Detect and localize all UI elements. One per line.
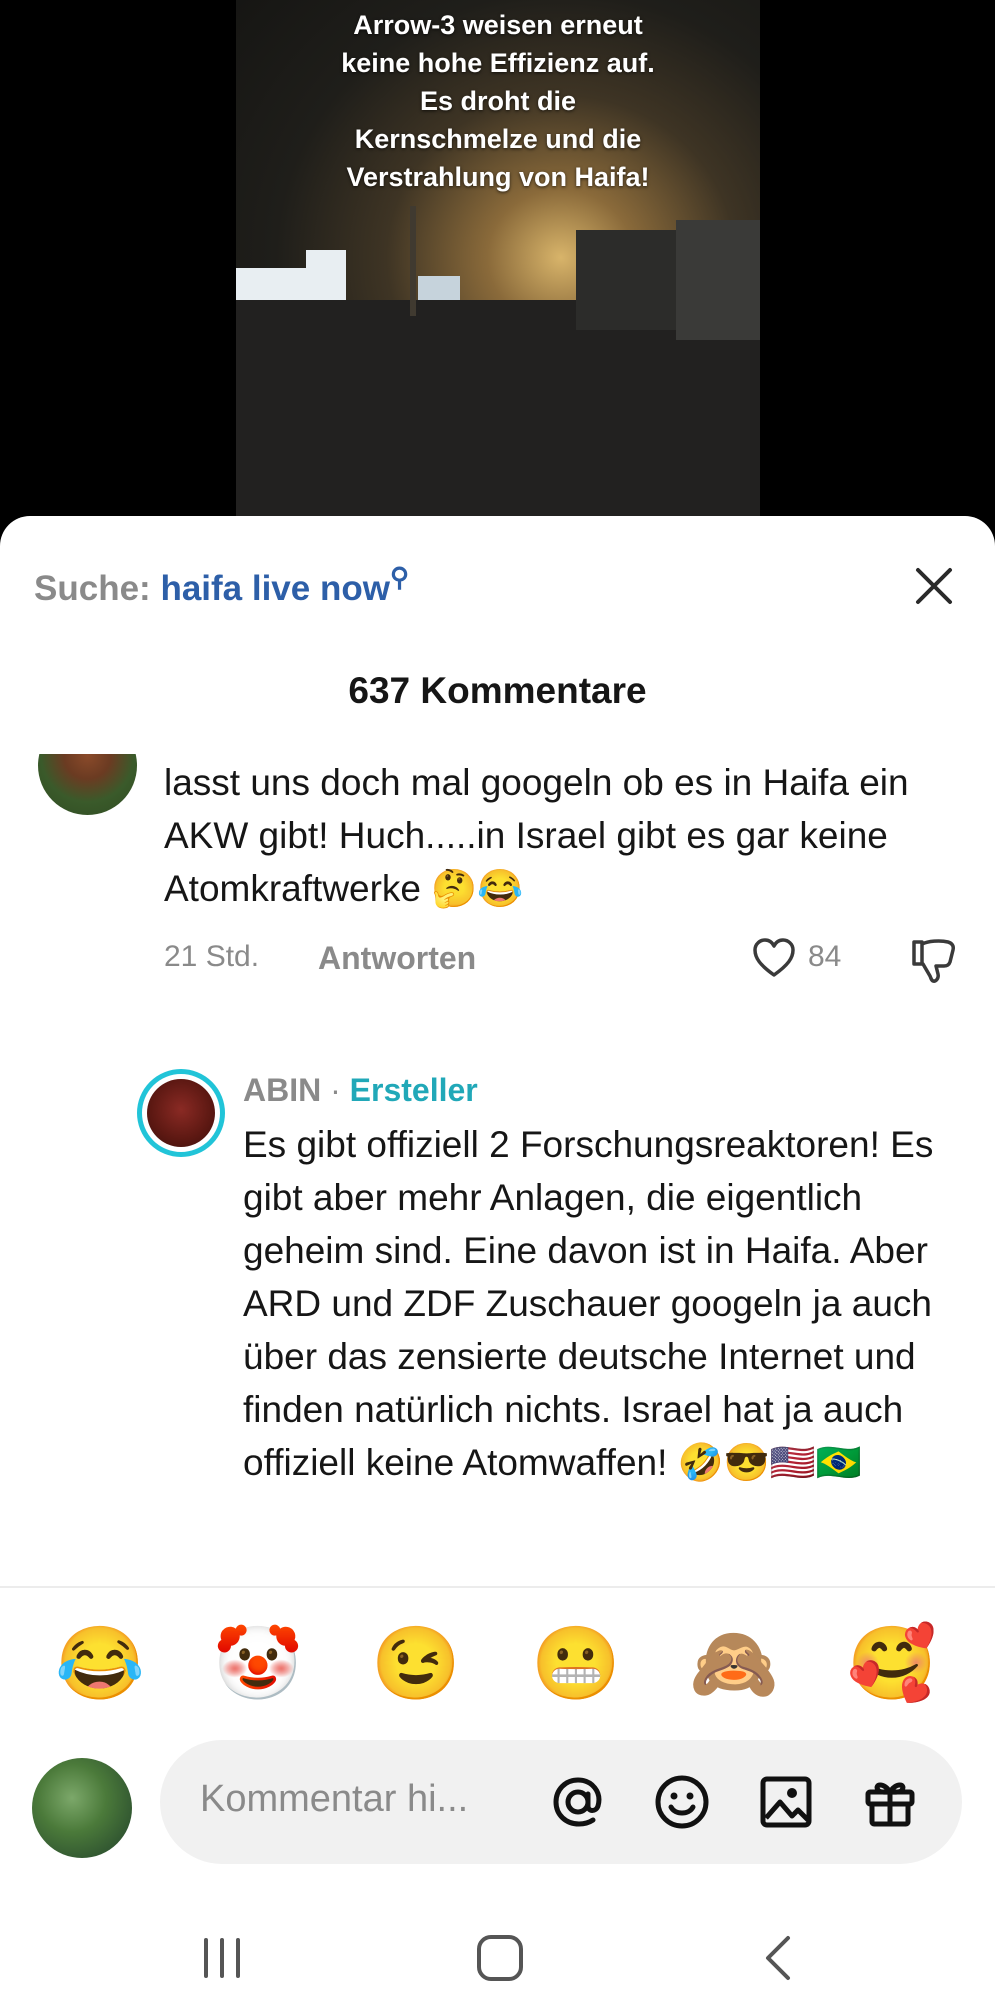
emoji-button[interactable]: 🤡 [208,1614,308,1714]
close-icon[interactable] [906,558,962,614]
building-right [676,220,760,340]
caption-line: Verstrahlung von Haifa! [346,162,650,192]
gift-icon[interactable] [858,1770,922,1834]
creator-avatar[interactable] [137,1069,225,1157]
divider [0,1586,995,1588]
system-nav-bar [0,1910,995,2000]
building-white-top [306,250,346,268]
comment-placeholder: Kommentar hi... [200,1778,469,1820]
video-caption: Arrow-3 weisen erneut keine hohe Effizie… [236,6,760,196]
emoji-button[interactable]: 😉 [366,1614,466,1714]
separator: · [330,1072,341,1108]
creator-badge: Ersteller [349,1072,478,1108]
search-prefix: Suche: [34,569,151,608]
caption-line: Kernschmelze und die [354,124,642,154]
emoji-button[interactable]: 🥰 [842,1614,942,1714]
reply-button[interactable]: Antworten [318,940,476,977]
back-icon[interactable] [750,1928,810,1988]
like-count: 84 [808,940,842,973]
caption-line: keine hohe Effizienz auf. [341,48,655,78]
image-icon[interactable] [754,1770,818,1834]
recent-apps-icon[interactable] [192,1928,252,1988]
avatar[interactable] [38,754,137,816]
quick-emoji-bar: 😂 🤡 😉 😬 🙈 🥰 [0,1614,995,1714]
emoji-button[interactable]: 🙈 [684,1614,784,1714]
comment-text: Es gibt offiziell 2 Forschungsreaktoren!… [243,1124,934,1483]
emoji-button[interactable]: 😂 [50,1614,150,1714]
search-icon: ⚲ [389,562,409,592]
comment-input[interactable]: Kommentar hi... [160,1740,962,1864]
comment-count: 637 Kommentare [348,670,647,711]
my-avatar [32,1758,132,1858]
home-icon[interactable] [470,1928,530,1988]
search-suggestion[interactable]: Suche: haifa live now⚲ [34,562,409,609]
comment-text: lasst uns doch mal googeln ob es in Haif… [164,762,909,909]
video-player[interactable]: Arrow-3 weisen erneut keine hohe Effizie… [0,0,995,560]
comment-time: 21 Std. [164,940,260,973]
emoji-button[interactable]: 😬 [526,1614,626,1714]
heart-icon[interactable] [750,934,798,982]
caption-line: Es droht die [419,86,576,116]
caption-line: Arrow-3 weisen erneut [353,10,643,40]
comment-input-row: Kommentar hi... [0,1740,995,1864]
search-query-link[interactable]: haifa live now [160,569,390,608]
thumbs-down-icon[interactable] [906,932,962,988]
username[interactable]: ABIN [243,1072,321,1108]
pole [410,206,416,316]
smiley-icon[interactable] [650,1770,714,1834]
at-icon[interactable] [546,1770,610,1834]
comment-header: ABIN · Ersteller [243,1072,478,1109]
